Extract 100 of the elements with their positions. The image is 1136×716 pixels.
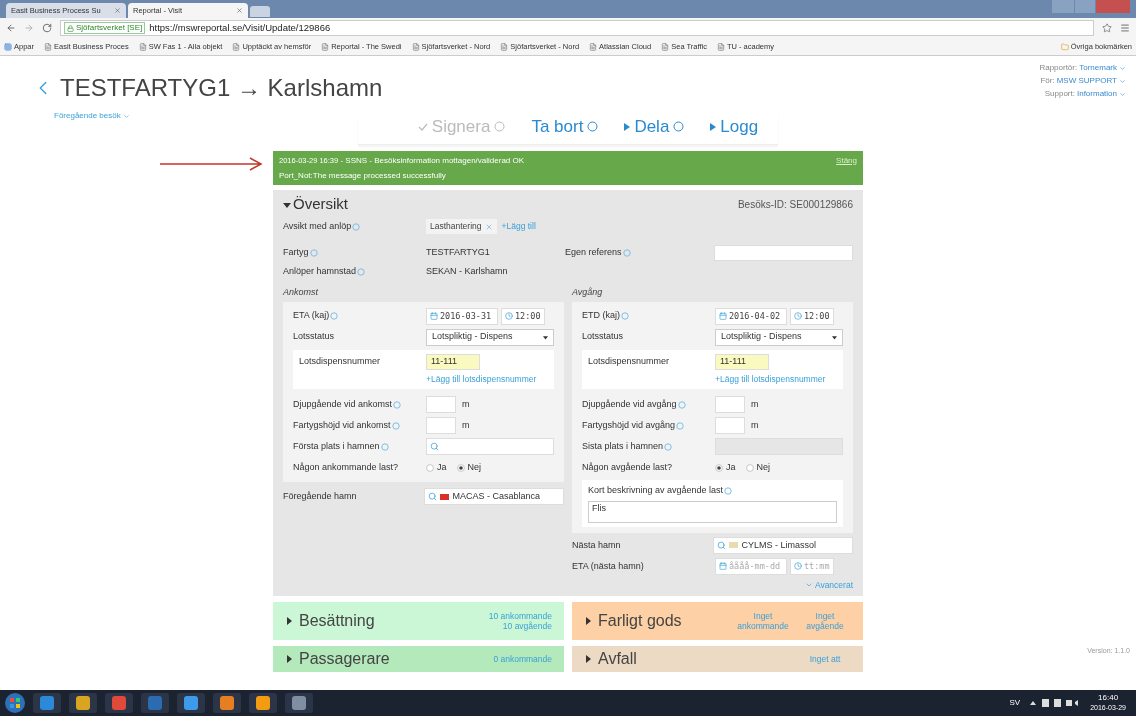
page-icon bbox=[232, 42, 241, 51]
field-label: Djupgående vid avgång bbox=[582, 398, 677, 411]
dispens-number-field[interactable]: 11-111 bbox=[715, 353, 769, 370]
radio-button[interactable] bbox=[745, 463, 754, 472]
bookmark-star-icon[interactable] bbox=[1102, 23, 1112, 33]
taskbar-app-icon[interactable] bbox=[248, 692, 278, 714]
field-label: Sista plats i hamnen bbox=[582, 440, 664, 453]
help-icon[interactable] bbox=[622, 248, 631, 257]
field-label: Lotsdispensnummer bbox=[299, 354, 382, 368]
page-icon bbox=[44, 42, 52, 51]
address-field[interactable]: Sjöfartsverket [SE] https://mswreportal.se/Visit/Update/129866 bbox=[60, 20, 1094, 36]
date-field[interactable]: 2016-04-02 bbox=[715, 307, 787, 325]
field-label: Djupgående vid ankomst bbox=[293, 398, 393, 411]
start-button-icon[interactable] bbox=[4, 692, 26, 714]
pilot-status-select[interactable]: Lotspliktig - Dispens bbox=[715, 328, 843, 346]
place-search-field[interactable] bbox=[426, 438, 554, 456]
field-label: Lotsstatus bbox=[293, 330, 335, 344]
help-icon[interactable] bbox=[391, 421, 400, 430]
dispens-number-field[interactable]: 11-111 bbox=[426, 353, 480, 370]
menu-value-link[interactable]: Information bbox=[1076, 88, 1117, 100]
help-icon[interactable] bbox=[357, 267, 366, 276]
help-icon[interactable] bbox=[664, 442, 673, 451]
unit-label: m bbox=[751, 398, 759, 411]
draft-input[interactable] bbox=[715, 396, 745, 414]
draft-input[interactable] bbox=[426, 396, 456, 414]
own-reference-input[interactable] bbox=[714, 244, 853, 261]
field-label: Lotsdispensnummer bbox=[588, 354, 671, 368]
security-badge[interactable]: Sjöfartsverket [SE] bbox=[64, 22, 146, 34]
help-icon[interactable] bbox=[673, 121, 685, 133]
unit-label: m bbox=[751, 419, 759, 432]
help-icon[interactable] bbox=[352, 222, 361, 231]
help-icon[interactable] bbox=[676, 421, 685, 430]
section-card[interactable]: Avfall Inget att bbox=[572, 645, 863, 672]
calendar-icon bbox=[430, 312, 438, 320]
caret-icon bbox=[710, 122, 717, 131]
description-textarea[interactable]: Flis bbox=[588, 500, 837, 523]
taskbar-app-icon[interactable] bbox=[140, 692, 170, 714]
menu-value-link[interactable]: MSW SUPPORT bbox=[1056, 75, 1117, 87]
section-card[interactable]: Passagerare 0 ankommande bbox=[273, 645, 564, 672]
close-icon[interactable] bbox=[236, 7, 243, 14]
help-icon[interactable] bbox=[677, 400, 686, 409]
taskbar-app-icon[interactable] bbox=[68, 692, 98, 714]
close-window-button[interactable] bbox=[1096, 0, 1130, 13]
caret-icon bbox=[543, 334, 548, 340]
radio-label: Nej bbox=[467, 461, 482, 474]
card-note: Inget avgående bbox=[805, 610, 845, 631]
help-icon[interactable] bbox=[330, 312, 339, 320]
action-link[interactable]: Dela bbox=[624, 114, 685, 140]
calendar-icon bbox=[719, 312, 727, 320]
menu-value-link[interactable]: Tornemark bbox=[1079, 62, 1117, 74]
page-icon bbox=[411, 42, 420, 51]
back-icon[interactable] bbox=[6, 23, 16, 33]
field-label: Någon avgående last? bbox=[582, 461, 673, 474]
caret-icon bbox=[285, 654, 293, 663]
taskbar-app-icon[interactable] bbox=[32, 692, 62, 714]
card-title: Farligt gods bbox=[598, 610, 682, 631]
help-icon[interactable] bbox=[380, 442, 389, 451]
height-input[interactable] bbox=[426, 417, 456, 435]
card-note: 0 ankommande bbox=[493, 653, 552, 664]
time-field[interactable]: 12:00 bbox=[501, 307, 545, 325]
section-card[interactable]: Besättning 10 ankommande 10 avgående bbox=[273, 601, 564, 640]
taskbar-app-icon[interactable] bbox=[284, 692, 314, 714]
radio-button[interactable] bbox=[715, 463, 723, 472]
action-link[interactable]: Ta bort bbox=[531, 114, 599, 140]
remove-icon[interactable] bbox=[484, 222, 493, 231]
taskbar-app-icon[interactable] bbox=[104, 692, 134, 714]
clock-time: 16:40 bbox=[1098, 693, 1119, 703]
help-icon[interactable] bbox=[724, 487, 733, 495]
radio-button[interactable] bbox=[426, 463, 434, 472]
action-link[interactable]: Logg bbox=[710, 114, 759, 140]
field-label: Nästa hamn bbox=[572, 538, 622, 552]
reload-icon[interactable] bbox=[42, 23, 52, 33]
taskbar-app-icon[interactable] bbox=[212, 692, 242, 714]
check-icon bbox=[417, 121, 428, 132]
port-search-field[interactable]: CYLMS - Limassol bbox=[713, 536, 853, 554]
date-field[interactable]: 2016-03-31 bbox=[426, 307, 498, 325]
close-icon[interactable] bbox=[114, 7, 121, 14]
radio-label: Ja bbox=[726, 461, 736, 474]
caret-icon bbox=[624, 122, 631, 131]
overview-toggle[interactable]: Översikt bbox=[283, 193, 348, 216]
radio-button[interactable] bbox=[456, 463, 465, 472]
clock-icon bbox=[505, 312, 513, 320]
help-icon[interactable] bbox=[587, 121, 599, 133]
caret-icon bbox=[832, 334, 837, 340]
section-card[interactable]: Farligt gods Inget ankommande Inget avgående bbox=[572, 601, 863, 640]
forward-icon[interactable] bbox=[24, 23, 34, 33]
help-icon[interactable] bbox=[393, 400, 402, 409]
help-icon[interactable] bbox=[621, 312, 629, 320]
time-field[interactable]: 12:00 bbox=[790, 307, 834, 325]
help-icon[interactable] bbox=[309, 248, 318, 257]
menu-icon[interactable] bbox=[1120, 23, 1130, 33]
height-input[interactable] bbox=[715, 417, 745, 435]
port-search-field[interactable]: MACAS - Casablanca bbox=[424, 488, 564, 506]
field-label: Avsikt med anlöp bbox=[283, 219, 352, 233]
new-tab-button[interactable] bbox=[250, 6, 270, 17]
language-indicator[interactable]: SV bbox=[1009, 697, 1021, 709]
pilot-status-select[interactable]: Lotspliktig - Dispens bbox=[426, 328, 554, 346]
visit-id: Besöks-ID: SE000129866 bbox=[737, 198, 853, 212]
taskbar-app-icon[interactable] bbox=[176, 692, 206, 714]
radio-label: Ja bbox=[437, 461, 447, 474]
